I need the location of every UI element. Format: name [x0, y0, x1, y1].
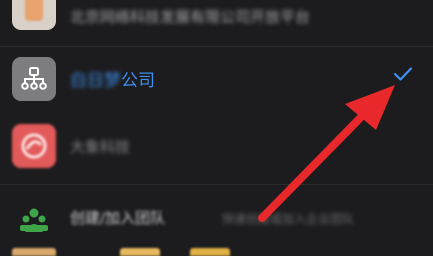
app-logo-icon	[12, 124, 56, 168]
bottom-app-icon	[190, 248, 230, 256]
create-join-team-item[interactable]: 创建/加入团队 快速创建或加入企业团队	[0, 190, 433, 248]
bottom-row-partial	[0, 248, 433, 256]
org-name-blurred: 大象科技	[70, 138, 131, 156]
bottom-app-icon	[120, 248, 160, 256]
checkmark-icon	[393, 66, 413, 86]
org-name-visible-part: 公司	[121, 71, 155, 91]
org-list-item-company[interactable]: 白日梦公司	[0, 50, 433, 108]
create-join-team-label: 创建/加入团队	[70, 207, 165, 228]
divider	[0, 184, 433, 185]
org-name-blurred-part: 白日梦	[70, 71, 121, 91]
org-name-company: 白日梦公司	[70, 66, 155, 91]
org-list-item-blurred[interactable]: 大象科技	[0, 117, 433, 175]
org-chart-icon	[12, 57, 56, 101]
org-name-top: 北京网络科技发展有限公司开放平台	[70, 8, 311, 26]
bottom-app-icon	[12, 248, 56, 256]
team-icon	[12, 198, 56, 242]
create-join-team-text: 创建/加入团队	[70, 209, 166, 227]
org-app-icon	[12, 0, 56, 30]
divider	[0, 46, 433, 47]
create-join-team-desc: 快速创建或加入企业团队	[222, 212, 355, 226]
org-list-item-top[interactable]: 北京网络科技发展有限公司开放平台	[0, 0, 433, 44]
